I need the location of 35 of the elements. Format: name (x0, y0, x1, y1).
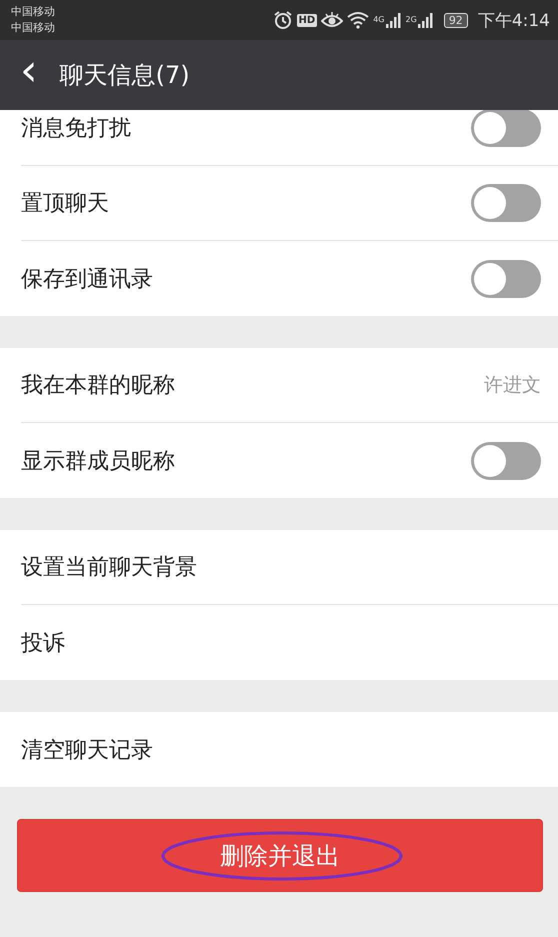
row-value: 许进文 (484, 373, 541, 398)
clock-time: 下午4:14 (478, 10, 550, 32)
carrier-name: 中国移动 (11, 20, 55, 36)
row-label: 显示群成员昵称 (21, 448, 175, 476)
battery-level: 92 (444, 12, 468, 28)
hd-badge: HD (296, 14, 318, 26)
settings-row[interactable]: 消息免打扰 (21, 110, 558, 166)
toggle-switch[interactable] (471, 184, 541, 222)
row-label: 投诉 (21, 630, 65, 658)
row-label: 保存到通讯录 (21, 266, 153, 294)
row-label: 设置当前聊天背景 (21, 554, 197, 582)
row-label: 我在本群的昵称 (21, 372, 175, 400)
page-title: 聊天信息(7) (60, 60, 190, 91)
toggle-switch[interactable] (471, 442, 541, 480)
network-type: 4G (373, 14, 385, 24)
signal-icon (418, 12, 434, 28)
signal-icon (386, 12, 402, 28)
settings-row[interactable]: 置顶聊天 (21, 166, 558, 241)
delete-and-exit-button[interactable]: 删除并退出 (17, 819, 543, 892)
settings-row[interactable]: 保存到通讯录 (21, 241, 558, 316)
toggle-switch[interactable] (471, 260, 541, 298)
settings-row[interactable]: 设置当前聊天背景 (21, 530, 558, 605)
toggle-switch[interactable] (471, 110, 541, 147)
carrier-name: 中国移动 (11, 4, 55, 20)
eye-icon (321, 11, 344, 29)
settings-row[interactable]: 显示群成员昵称 (21, 423, 558, 498)
row-label: 消息免打扰 (21, 115, 131, 143)
settings-row[interactable]: 我在本群的昵称 许进文 (21, 348, 558, 423)
row-label: 置顶聊天 (21, 190, 109, 218)
wifi-icon (347, 11, 370, 29)
back-button[interactable]: ‹ (14, 49, 44, 101)
network-type: 2G (406, 14, 417, 24)
alarm-icon (272, 10, 293, 30)
row-label: 清空聊天记录 (21, 736, 153, 764)
settings-row[interactable]: 投诉 (21, 605, 558, 680)
